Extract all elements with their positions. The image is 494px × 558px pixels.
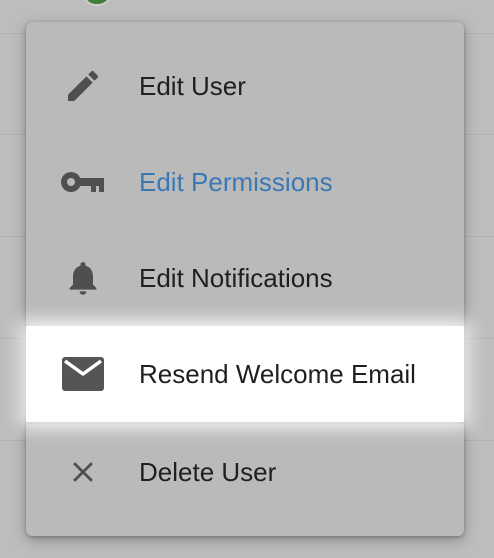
user-actions-menu: Edit User Edit Permissions Edit Notifica… xyxy=(26,22,464,536)
menu-item-label: Resend Welcome Email xyxy=(139,359,416,389)
menu-item-edit-user[interactable]: Edit User xyxy=(26,38,464,134)
menu-item-label: Edit Notifications xyxy=(139,263,333,293)
menu-item-edit-permissions[interactable]: Edit Permissions xyxy=(26,134,464,230)
key-icon xyxy=(58,162,108,202)
bell-icon xyxy=(58,258,108,298)
status-indicator xyxy=(82,0,112,6)
envelope-icon xyxy=(58,354,108,394)
menu-item-edit-notifications[interactable]: Edit Notifications xyxy=(26,230,464,326)
pencil-icon xyxy=(58,66,108,106)
menu-item-label: Edit Permissions xyxy=(139,167,333,197)
menu-item-label: Delete User xyxy=(139,457,277,487)
menu-item-delete-user[interactable]: Delete User xyxy=(26,424,464,520)
menu-item-resend-welcome-email[interactable]: Resend Welcome Email xyxy=(26,326,464,422)
menu-item-label: Edit User xyxy=(139,71,246,101)
close-icon xyxy=(58,452,108,492)
